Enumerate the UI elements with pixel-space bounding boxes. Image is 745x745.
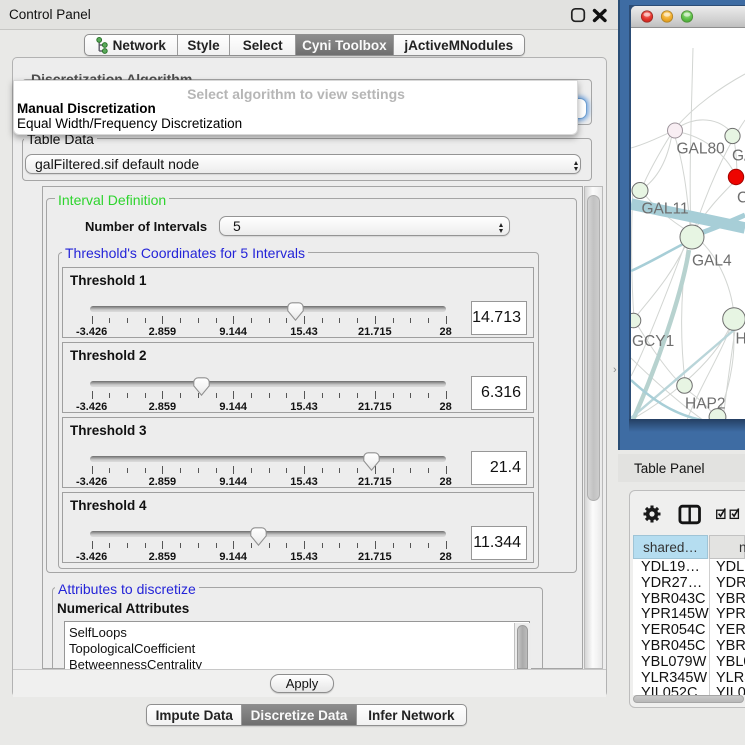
svg-text:GCY1: GCY1 bbox=[632, 333, 674, 350]
svg-text:HAP2: HAP2 bbox=[685, 396, 726, 413]
svg-text:GAL11: GAL11 bbox=[642, 201, 689, 218]
svg-text:H: H bbox=[736, 331, 745, 348]
svg-text:GAL80: GAL80 bbox=[677, 141, 726, 158]
svg-text:C: C bbox=[737, 190, 745, 207]
svg-text:GA: GA bbox=[732, 148, 745, 165]
svg-text:GAL4: GAL4 bbox=[692, 253, 732, 270]
